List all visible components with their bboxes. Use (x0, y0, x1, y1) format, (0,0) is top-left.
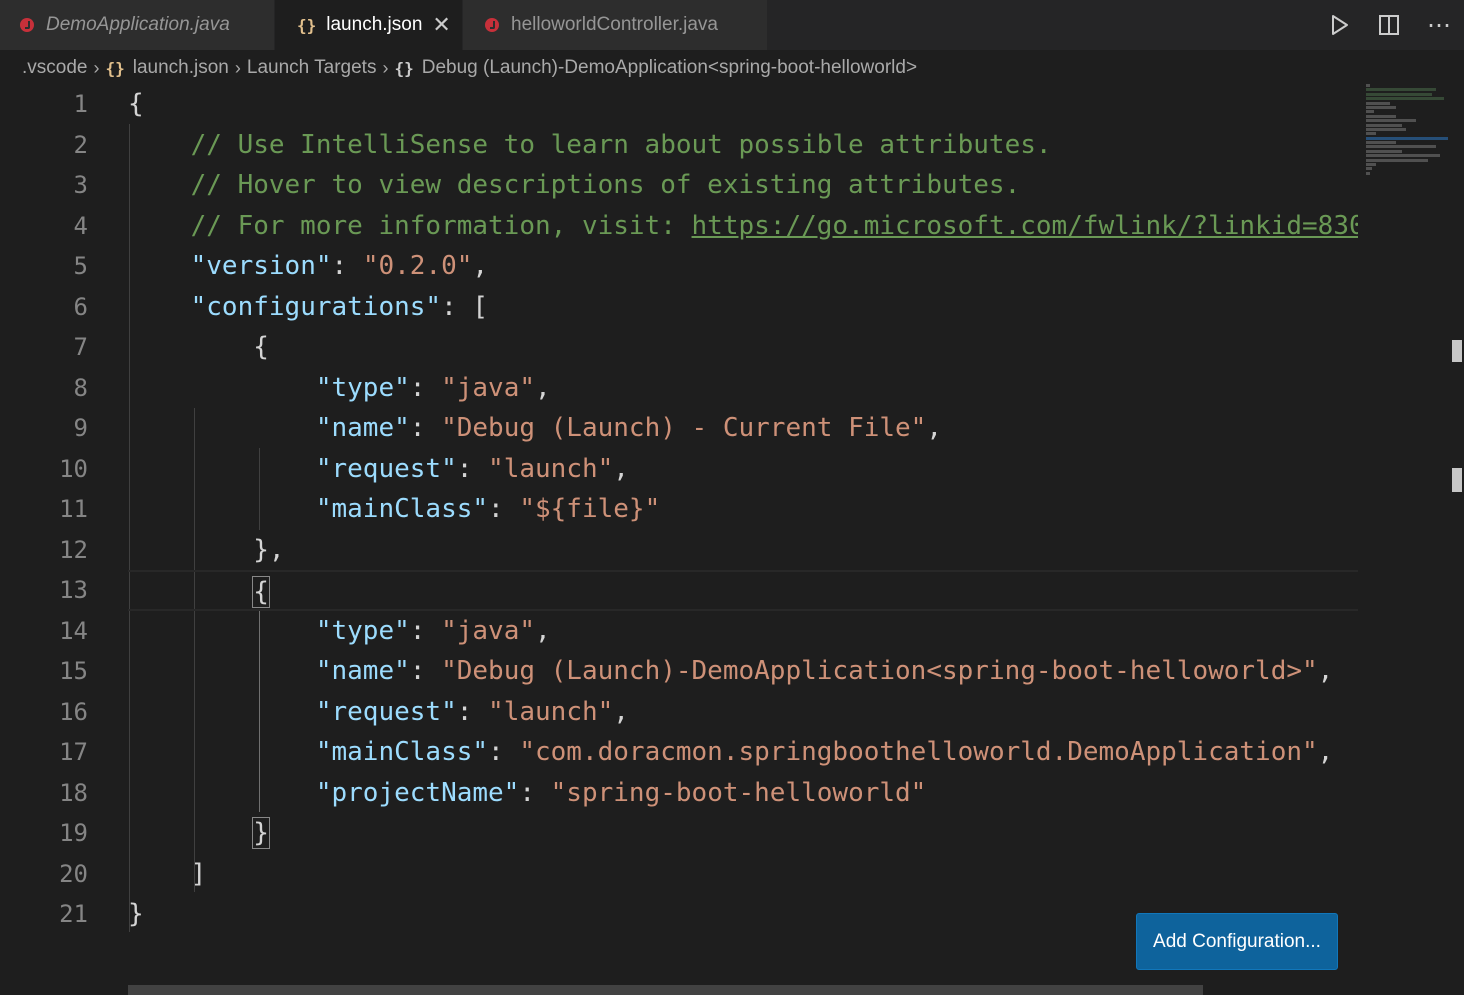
code-line: { (128, 89, 144, 119)
code-lines: { // Use IntelliSense to learn about pos… (128, 84, 1358, 935)
code-link[interactable]: https://go.microsoft.com/fwlink/?linkid=… (692, 211, 1358, 241)
run-icon[interactable] (1314, 0, 1364, 50)
line-number: 8 (73, 373, 88, 402)
line-number: 19 (59, 819, 88, 847)
line-number: 9 (73, 414, 88, 442)
line-number: 17 (59, 738, 88, 766)
code-line: "name": "Debug (Launch) - Current File", (315, 413, 942, 443)
json-file-icon: {} (105, 58, 125, 78)
line-number: 2 (73, 130, 88, 159)
close-tab-icon[interactable]: ✕ (432, 14, 450, 36)
code-line: ] (190, 858, 207, 889)
code-line: { (253, 332, 269, 362)
object-icon: {} (394, 58, 414, 78)
breadcrumb-file[interactable]: launch.json (133, 57, 229, 79)
matched-bracket: } (252, 817, 270, 849)
code-line: "mainClass": "${file}" (315, 494, 661, 524)
scrollbar-marker (1452, 468, 1462, 492)
code-line: "request": "launch", (315, 696, 629, 727)
line-number-gutter: 1 2 3 4 5 6 7 8 9 10 11 12 13 14 15 16 1… (0, 84, 100, 935)
code-line: "configurations": [ (190, 291, 489, 322)
code-line: "name": "Debug (Launch)-DemoApplication<… (315, 656, 1334, 686)
line-number: 11 (59, 495, 88, 523)
code-line: } (128, 813, 1358, 854)
tab-label: helloworldController.java (511, 14, 718, 35)
chevron-right-icon: › (234, 57, 241, 78)
tab-demoapplication[interactable]: DemoApplication.java (0, 0, 274, 50)
code-line: "request": "launch", (315, 453, 629, 484)
breadcrumb-item[interactable]: Debug (Launch)-DemoApplication<spring-bo… (422, 57, 917, 79)
code-line-comment: // For more information, visit: https://… (128, 206, 1358, 247)
tab-label: launch.json (326, 14, 423, 35)
minimap[interactable] (1366, 84, 1448, 175)
horizontal-scrollbar[interactable] (128, 985, 1203, 995)
editor-actions: ⋯ (1314, 0, 1464, 50)
more-actions-icon[interactable]: ⋯ (1414, 0, 1464, 50)
code-line: }, (253, 534, 285, 565)
code-line: "type": "java", (315, 615, 551, 646)
chevron-right-icon: › (382, 57, 389, 78)
scrollbar-marker (1452, 340, 1462, 362)
split-editor-icon[interactable] (1364, 0, 1414, 50)
vertical-scrollbar[interactable] (1448, 84, 1464, 984)
chevron-right-icon: › (93, 57, 100, 78)
line-number: 1 (73, 90, 88, 118)
breadcrumb-section[interactable]: Launch Targets (247, 57, 377, 79)
matched-bracket: { (252, 576, 270, 608)
line-number: 20 (59, 859, 88, 888)
line-number: 4 (73, 211, 88, 240)
json-file-icon: {} (297, 15, 317, 35)
code-line: "mainClass": "com.doracmon.springboothel… (315, 737, 1334, 767)
line-number: 14 (59, 616, 88, 645)
code-line: "projectName": "spring-boot-helloworld" (315, 777, 927, 808)
line-number: 12 (59, 535, 88, 564)
java-file-icon (485, 18, 499, 32)
breadcrumb-folder[interactable]: .vscode (22, 57, 87, 79)
line-number: 21 (59, 900, 88, 928)
add-configuration-button[interactable]: Add Configuration... (1136, 913, 1338, 970)
code-editor[interactable]: 1 2 3 4 5 6 7 8 9 10 11 12 13 14 15 16 1… (0, 84, 1358, 984)
current-line: { (128, 570, 1358, 611)
code-line-comment: // Hover to view descriptions of existin… (128, 170, 1021, 200)
line-number: 7 (73, 333, 88, 361)
line-number: 10 (59, 454, 88, 483)
line-number: 3 (73, 171, 88, 199)
breadcrumb: .vscode › {} launch.json › Launch Target… (22, 52, 917, 84)
line-number: 16 (59, 697, 88, 726)
line-number: 18 (59, 778, 88, 807)
code-line-comment: // Use IntelliSense to learn about possi… (128, 129, 1052, 160)
java-file-icon (20, 18, 34, 32)
line-number: 6 (73, 292, 88, 321)
code-line: "type": "java", (315, 372, 551, 403)
code-line: "version": "0.2.0", (190, 251, 489, 281)
tab-bar: DemoApplication.java {} launch.json ✕ he… (0, 0, 1464, 50)
line-number: 5 (73, 252, 88, 280)
tab-launch-json[interactable]: {} launch.json ✕ (275, 0, 462, 50)
tab-label: DemoApplication.java (46, 14, 230, 35)
tab-helloworldcontroller[interactable]: helloworldController.java (463, 0, 767, 50)
line-number: 15 (59, 657, 88, 685)
line-number: 13 (59, 576, 88, 604)
